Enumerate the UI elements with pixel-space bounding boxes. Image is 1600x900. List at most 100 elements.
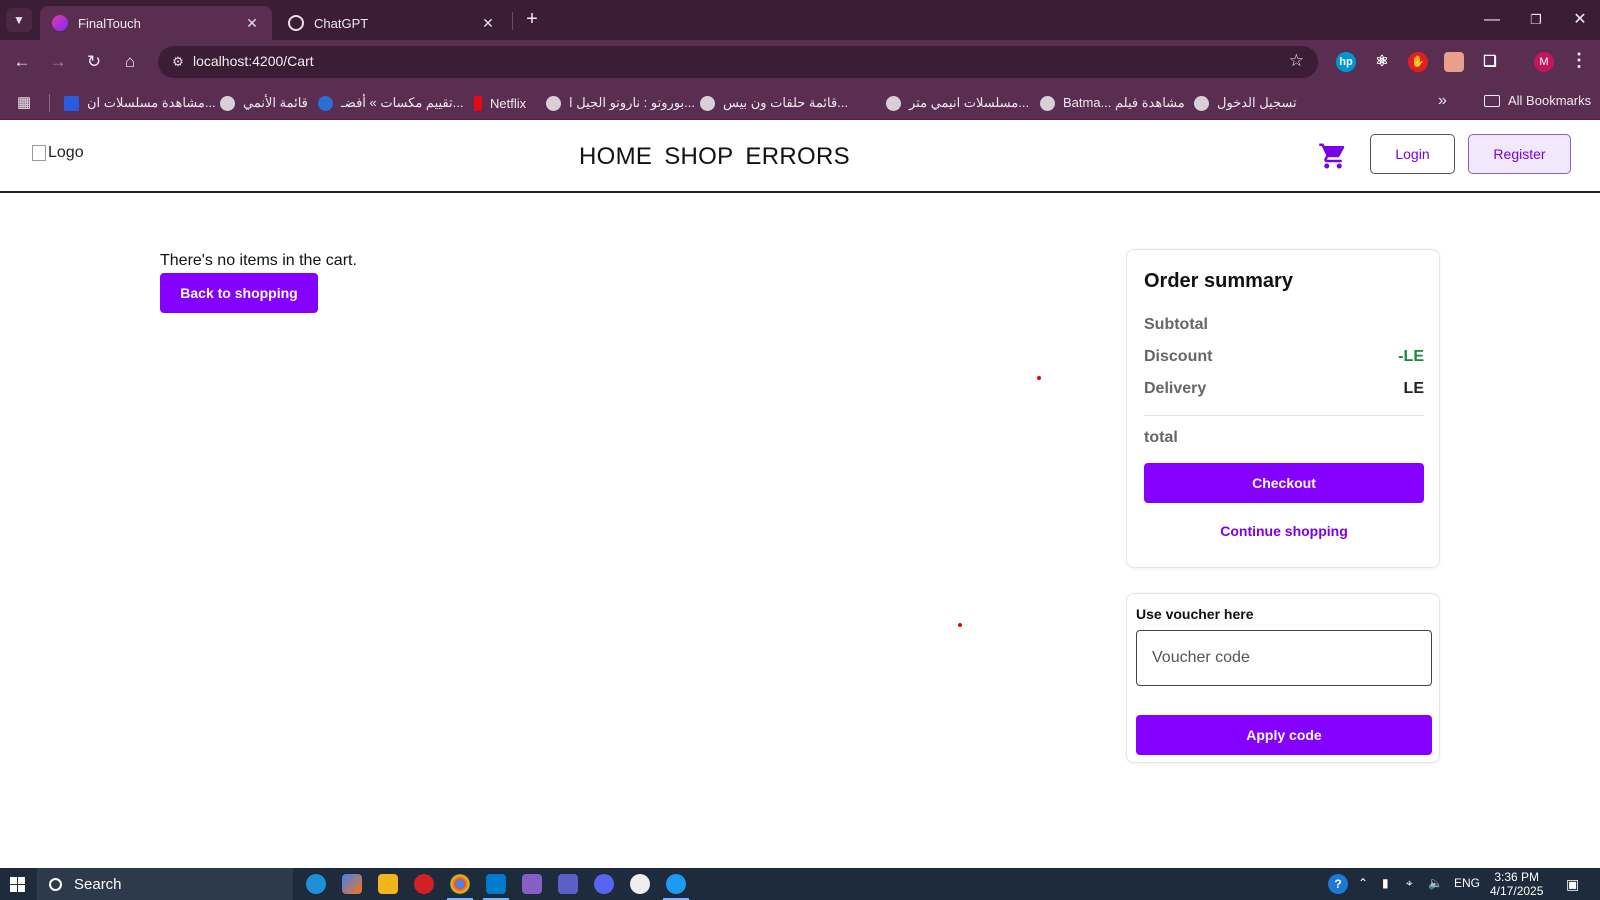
discount-label: Discount: [1144, 348, 1213, 365]
voucher-card: Use voucher here Apply code: [1126, 593, 1440, 763]
react-devtools-icon[interactable]: ⚛: [1372, 52, 1392, 72]
new-tab-plus-icon[interactable]: +: [520, 8, 544, 32]
file-explorer-icon[interactable]: [378, 874, 398, 894]
vscode-icon[interactable]: [483, 874, 509, 900]
address-bar[interactable]: ⚙ localhost:4200/Cart ☆: [158, 46, 1318, 78]
total-row: total: [1144, 429, 1424, 447]
close-icon[interactable]: ✕: [480, 15, 496, 32]
tab-search-chevron-icon[interactable]: ▼: [6, 8, 32, 32]
shopping-cart-icon[interactable]: [1318, 141, 1348, 171]
pdf-extension-icon[interactable]: [1444, 52, 1464, 72]
adblock-hand-icon[interactable]: ✋: [1408, 52, 1428, 72]
reload-icon[interactable]: ↻: [82, 50, 106, 74]
close-icon[interactable]: ✕: [244, 15, 260, 32]
discount-value: -LE: [1398, 348, 1424, 365]
order-summary-card: Order summary Subtotal Discount -LE Deli…: [1126, 249, 1440, 568]
profile-avatar[interactable]: M: [1534, 52, 1554, 72]
chrome-icon[interactable]: [447, 874, 473, 900]
apps-grid-icon[interactable]: ▦: [17, 93, 31, 111]
hp-extension-icon[interactable]: hp: [1336, 52, 1356, 72]
logo[interactable]: Logo: [32, 144, 84, 162]
bookmark-item[interactable]: تسجيل الدخول: [1194, 93, 1297, 113]
back-to-shopping-button[interactable]: Back to shopping: [160, 273, 318, 313]
battery-icon[interactable]: ▮: [1382, 876, 1389, 890]
total-label: total: [1144, 429, 1178, 446]
more-bookmarks-chevron-icon[interactable]: »: [1438, 92, 1447, 110]
windows-taskbar: Search ? ⌃ ▮ ⌖ 🔈 ENG 3:36 PM 4/17/2025 ▣: [0, 868, 1600, 900]
bookmarks-bar: ▦ مشاهدة مسلسلات ان... قائمة الأنمي تقيي…: [0, 84, 1600, 120]
subtotal-label: Subtotal: [1144, 316, 1208, 333]
delivery-label: Delivery: [1144, 380, 1207, 397]
edge-icon[interactable]: [306, 874, 326, 894]
bookmark-item[interactable]: Batma... مشاهدة فيلم: [1040, 93, 1185, 113]
apply-code-button[interactable]: Apply code: [1136, 715, 1432, 755]
help-icon[interactable]: ?: [1328, 874, 1348, 894]
bookmark-item[interactable]: قائمة حلقات ون بيس...: [700, 93, 848, 113]
bookmark-item[interactable]: مشاهدة مسلسلات ان...: [64, 93, 216, 113]
netflix-icon: [474, 95, 482, 111]
bookmarks-divider: [49, 94, 50, 112]
register-button[interactable]: Register: [1468, 134, 1571, 174]
back-arrow-icon[interactable]: ←: [10, 50, 34, 74]
all-bookmarks-button[interactable]: All Bookmarks: [1484, 93, 1591, 108]
voucher-code-input[interactable]: [1136, 630, 1432, 686]
site-favicon-icon: [318, 95, 333, 111]
chevron-up-icon[interactable]: ⌃: [1358, 876, 1368, 890]
copilot-icon[interactable]: [342, 874, 362, 894]
url-text[interactable]: localhost:4200/Cart: [193, 53, 314, 69]
bookmark-item[interactable]: قائمة الأنمي: [220, 93, 308, 113]
volume-icon[interactable]: 🔈: [1428, 876, 1443, 890]
globe-icon: [1194, 95, 1209, 111]
system-clock[interactable]: 3:36 PM 4/17/2025: [1490, 870, 1543, 898]
checkout-button[interactable]: Checkout: [1144, 463, 1424, 503]
forward-arrow-icon[interactable]: →: [46, 50, 70, 74]
teams-icon[interactable]: [558, 874, 578, 894]
search-icon: [49, 877, 62, 891]
wifi-icon[interactable]: ⌖: [1406, 876, 1413, 891]
bookmark-item[interactable]: مسلسلات انيمي متر...: [886, 93, 1029, 113]
continue-shopping-link[interactable]: Continue shopping: [1144, 523, 1424, 539]
globe-icon: [886, 95, 901, 111]
overwatch-icon[interactable]: [630, 874, 650, 894]
decorative-dot: [958, 623, 962, 627]
bookmark-star-icon[interactable]: ☆: [1289, 51, 1304, 71]
kebab-menu-icon[interactable]: ⋮: [1570, 50, 1588, 71]
login-button[interactable]: Login: [1370, 134, 1455, 174]
delivery-row: Delivery LE: [1144, 380, 1424, 398]
restore-icon[interactable]: ❐: [1514, 6, 1558, 34]
tab-divider: [512, 12, 513, 30]
language-indicator[interactable]: ENG: [1454, 876, 1480, 890]
browser-toolbar: ← → ↻ ⌂ ⚙ localhost:4200/Cart ☆ hp ⚛ ✋ ❏: [0, 40, 1600, 84]
delivery-value: LE: [1403, 380, 1424, 397]
site-info-icon[interactable]: ⚙: [168, 52, 188, 72]
media-app-icon[interactable]: [414, 874, 434, 894]
nav-shop[interactable]: SHOP: [664, 143, 733, 171]
discord-icon[interactable]: [594, 874, 614, 894]
browser-titlebar: ▼ FinalTouch ✕ ChatGPT ✕ + — ❐ ✕: [0, 0, 1600, 40]
minimize-icon[interactable]: —: [1470, 6, 1514, 34]
taskbar-search[interactable]: Search: [37, 868, 293, 900]
tab-chatgpt[interactable]: ChatGPT ✕: [276, 6, 508, 40]
extensions-puzzle-icon[interactable]: ❏: [1480, 52, 1500, 72]
nav-errors[interactable]: ERRORS: [745, 143, 849, 171]
order-summary-title: Order summary: [1144, 270, 1293, 292]
tab-finaltouch[interactable]: FinalTouch ✕: [40, 6, 272, 40]
main-nav: HOME SHOP ERRORS: [579, 143, 850, 171]
globe-icon: [700, 95, 715, 111]
visual-studio-icon[interactable]: [522, 874, 542, 894]
docker-icon[interactable]: [663, 874, 689, 900]
notifications-icon[interactable]: ▣: [1566, 876, 1579, 893]
home-icon[interactable]: ⌂: [118, 50, 142, 74]
voucher-label: Use voucher here: [1136, 606, 1254, 622]
tab-title: FinalTouch: [78, 15, 141, 31]
bookmark-item[interactable]: تقييم مكسات » أفضـ...: [318, 93, 463, 113]
discount-row: Discount -LE: [1144, 348, 1424, 366]
angular-favicon-icon: [52, 15, 68, 31]
bookmark-item[interactable]: بوروتو : ناروتو الجيل ا...: [546, 93, 695, 113]
nav-home[interactable]: HOME: [579, 143, 652, 171]
bookmark-item[interactable]: Netflix: [474, 93, 526, 113]
logo-alt-text: Logo: [48, 144, 84, 161]
windows-start-icon[interactable]: [10, 877, 25, 892]
window-close-icon[interactable]: ✕: [1558, 6, 1600, 34]
broken-image-icon: [32, 145, 46, 161]
